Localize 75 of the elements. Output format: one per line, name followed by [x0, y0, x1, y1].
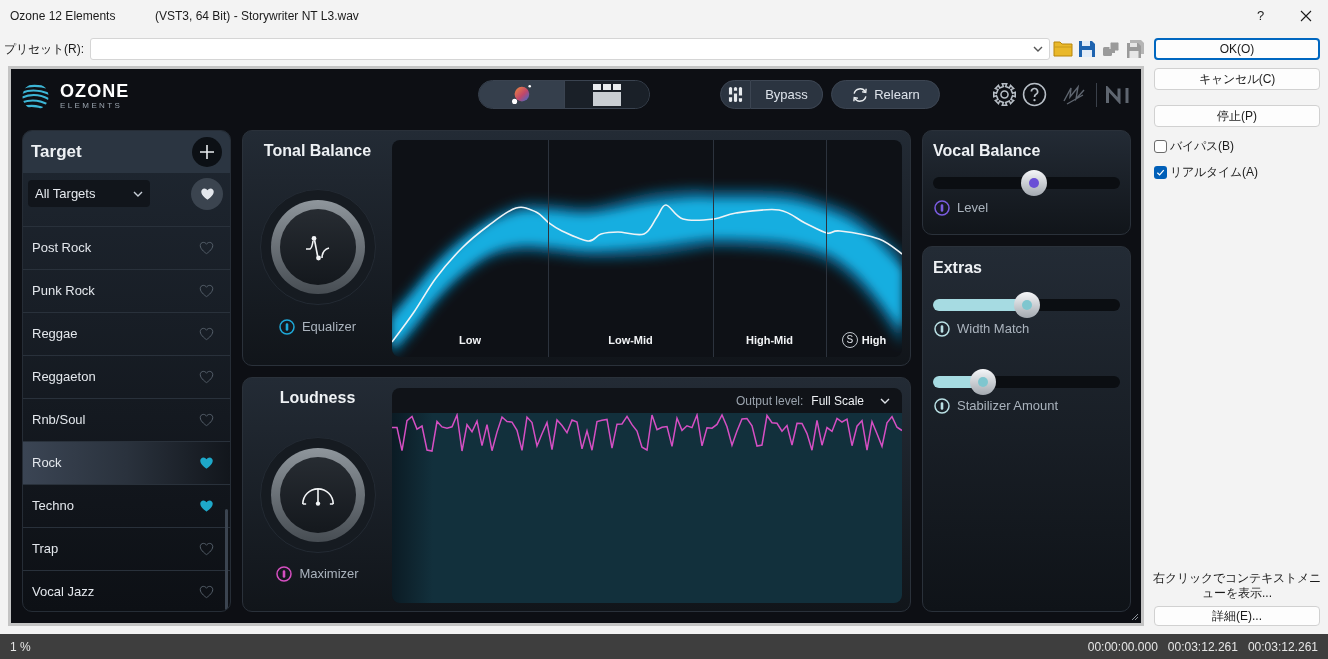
view-tab[interactable]	[563, 81, 649, 108]
settings-icon[interactable]	[992, 82, 1017, 107]
resize-grip-icon[interactable]	[1129, 611, 1139, 621]
heart-icon	[199, 186, 215, 201]
slider-thumb[interactable]	[970, 369, 997, 395]
favorites-filter-button[interactable]	[191, 177, 223, 210]
module-label: Width Match	[957, 321, 1030, 337]
target-list-item[interactable]: Reggae	[23, 312, 230, 355]
save-icon[interactable]	[1077, 39, 1097, 59]
checkbox-label[interactable]: バイパス(B)	[1170, 137, 1234, 155]
checkbox[interactable]	[1154, 165, 1167, 179]
slider-track[interactable]	[933, 292, 1120, 318]
module-grid-icon	[592, 83, 621, 106]
plus-icon	[199, 144, 215, 160]
target-filter-dropdown[interactable]: All Targets	[28, 180, 150, 207]
preset-label: プリセット(R):	[4, 41, 85, 58]
relearn-button[interactable]: Relearn	[831, 80, 940, 109]
add-button[interactable]	[192, 137, 222, 167]
module-label: Equalizer	[301, 319, 357, 335]
heart-icon[interactable]	[199, 456, 214, 470]
checkmark-icon	[1156, 167, 1165, 177]
band-label: High-Mid	[745, 333, 793, 348]
slider-track[interactable]	[933, 170, 1120, 196]
output-level-dropdown[interactable]: Full Scale	[811, 391, 890, 410]
panel-title: Tonal Balance	[263, 141, 372, 161]
scrollbar[interactable]	[225, 509, 228, 611]
target-list-item[interactable]: Rock	[23, 441, 230, 484]
time-display: 00:03:12.261	[1167, 638, 1238, 656]
slider-track[interactable]	[933, 369, 1120, 395]
heart-icon[interactable]	[199, 499, 214, 513]
bypass-button[interactable]: Bypass	[751, 80, 823, 109]
sliders-button[interactable]	[720, 80, 751, 109]
chevron-icon	[1033, 46, 1043, 52]
power-icon[interactable]	[276, 566, 293, 582]
dialog-button[interactable]: OK(O)	[1154, 38, 1320, 60]
help-button[interactable]: ?	[1238, 0, 1283, 32]
hint-text: 右クリックでコンテキストメニューを表示...	[1152, 571, 1322, 601]
band-label: High	[861, 333, 887, 348]
details-button[interactable]: 詳細(E)...	[1154, 606, 1320, 626]
progress-text: 1 %	[9, 638, 31, 656]
window-title: Ozone 12 Elements	[9, 8, 117, 25]
output-level-label: Output level:	[735, 392, 804, 410]
module-label: Stabilizer Amount	[957, 398, 1059, 414]
panel-title: Extras	[933, 258, 983, 278]
target-list-item[interactable]: Post Rock	[23, 226, 230, 269]
module-label: Level	[957, 200, 989, 216]
logo-name: OZONE	[60, 82, 130, 100]
band-label: Low-Mid	[608, 333, 653, 348]
slider-thumb[interactable]	[1020, 170, 1047, 196]
power-icon[interactable]	[278, 319, 295, 335]
module-label: Maximizer	[299, 566, 359, 582]
orb-icon	[510, 83, 533, 106]
panel-title: Target	[31, 141, 82, 164]
checkbox-label[interactable]: リアルタイム(A)	[1170, 163, 1258, 181]
checkbox[interactable]	[1154, 139, 1167, 153]
band-label: Low	[459, 333, 481, 348]
chevron-icon	[133, 190, 143, 197]
striped-sphere-icon	[22, 82, 49, 110]
panel-title: Vocal Balance	[933, 141, 1042, 161]
logo-edition: ELEMENTS	[60, 101, 124, 110]
panel-title: Loudness	[279, 388, 356, 408]
dialog-button[interactable]: キャンセル(C)	[1154, 68, 1320, 90]
slider-bars-icon	[728, 86, 743, 103]
close-icon	[1299, 10, 1312, 22]
target-list-item[interactable]: Punk Rock	[23, 269, 230, 312]
time-display: 00:03:12.261	[1247, 638, 1318, 656]
window-subtitle: (VST3, 64 Bit) - Storywriter NT L3.wav	[155, 8, 359, 25]
slider-thumb[interactable]	[1013, 292, 1040, 318]
chevron-icon	[880, 397, 890, 404]
target-list-item[interactable]: Reggaeton	[23, 355, 230, 398]
refresh-icon	[851, 85, 870, 104]
scribble-icon[interactable]	[1061, 83, 1087, 107]
dialog-button[interactable]: 停止(P)	[1154, 105, 1320, 127]
time-display: 00:00:00.000	[1087, 638, 1158, 656]
help-icon[interactable]	[1022, 82, 1047, 107]
